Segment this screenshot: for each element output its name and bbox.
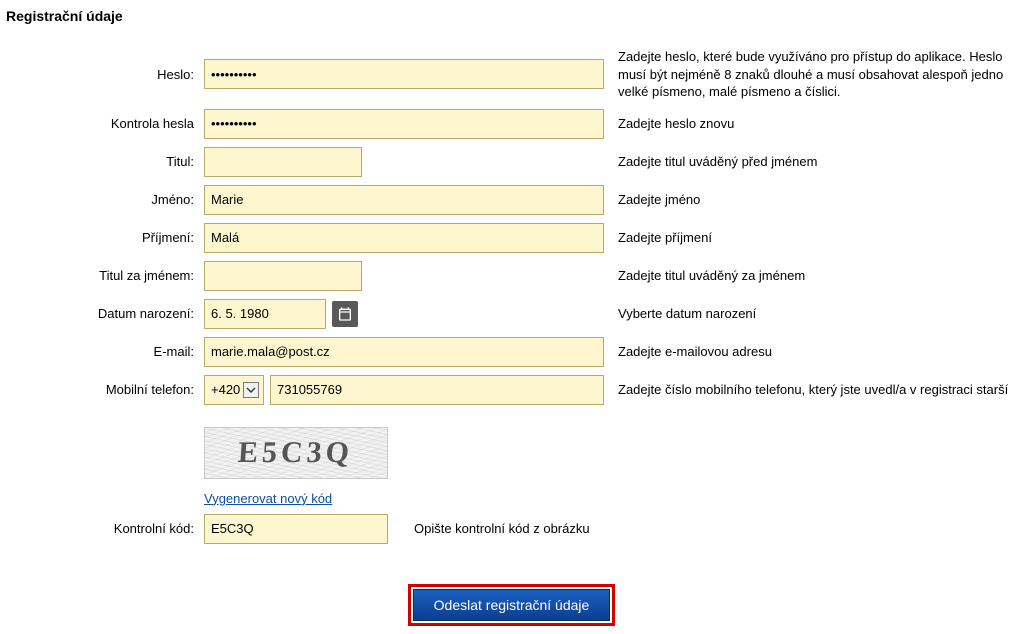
label-titul: Titul: <box>4 154 204 169</box>
calendar-icon[interactable] <box>332 301 358 327</box>
kontrola-input[interactable] <box>204 109 604 139</box>
label-mobil: Mobilní telefon: <box>4 382 204 397</box>
help-titul-za: Zadejte titul uváděný za jménem <box>604 267 1019 285</box>
help-kod: Opište kontrolní kód z obrázku <box>414 521 590 536</box>
submit-button[interactable]: Odeslat registrační údaje <box>413 589 611 621</box>
label-prijmeni: Příjmení: <box>4 230 204 245</box>
heslo-input[interactable] <box>204 59 604 89</box>
label-email: E-mail: <box>4 344 204 359</box>
label-kod: Kontrolní kód: <box>4 521 204 536</box>
kod-input[interactable] <box>204 514 388 544</box>
help-titul: Zadejte titul uváděný před jménem <box>604 153 1019 171</box>
page-title: Registrační údaje <box>6 8 1019 24</box>
captcha-image: E5C3Q <box>204 427 388 479</box>
datum-input[interactable] <box>204 299 326 329</box>
email-input[interactable] <box>204 337 604 367</box>
submit-highlight: Odeslat registrační údaje <box>408 584 616 626</box>
help-prijmeni: Zadejte příjmení <box>604 229 1019 247</box>
phone-prefix-value: +420 <box>211 382 240 397</box>
chevron-down-icon <box>243 382 259 398</box>
help-datum: Vyberte datum narození <box>604 305 1019 323</box>
help-email: Zadejte e-mailovou adresu <box>604 343 1019 361</box>
titul-za-input[interactable] <box>204 261 362 291</box>
label-datum: Datum narození: <box>4 306 204 321</box>
label-titul-za: Titul za jménem: <box>4 268 204 283</box>
label-kontrola: Kontrola hesla <box>4 116 204 131</box>
regenerate-captcha-link[interactable]: Vygenerovat nový kód <box>204 491 332 506</box>
phone-prefix-select[interactable]: +420 <box>204 375 264 405</box>
captcha-text: E5C3Q <box>237 436 354 470</box>
registration-form: Heslo: Zadejte heslo, které bude využívá… <box>4 48 1019 626</box>
label-heslo: Heslo: <box>4 67 204 82</box>
label-jmeno: Jméno: <box>4 192 204 207</box>
titul-input[interactable] <box>204 147 362 177</box>
help-kontrola: Zadejte heslo znovu <box>604 115 1019 133</box>
help-mobil: Zadejte číslo mobilního telefonu, který … <box>604 381 1019 399</box>
jmeno-input[interactable] <box>204 185 604 215</box>
help-heslo: Zadejte heslo, které bude využíváno pro … <box>604 48 1019 101</box>
prijmeni-input[interactable] <box>204 223 604 253</box>
mobil-input[interactable] <box>270 375 604 405</box>
help-jmeno: Zadejte jméno <box>604 191 1019 209</box>
